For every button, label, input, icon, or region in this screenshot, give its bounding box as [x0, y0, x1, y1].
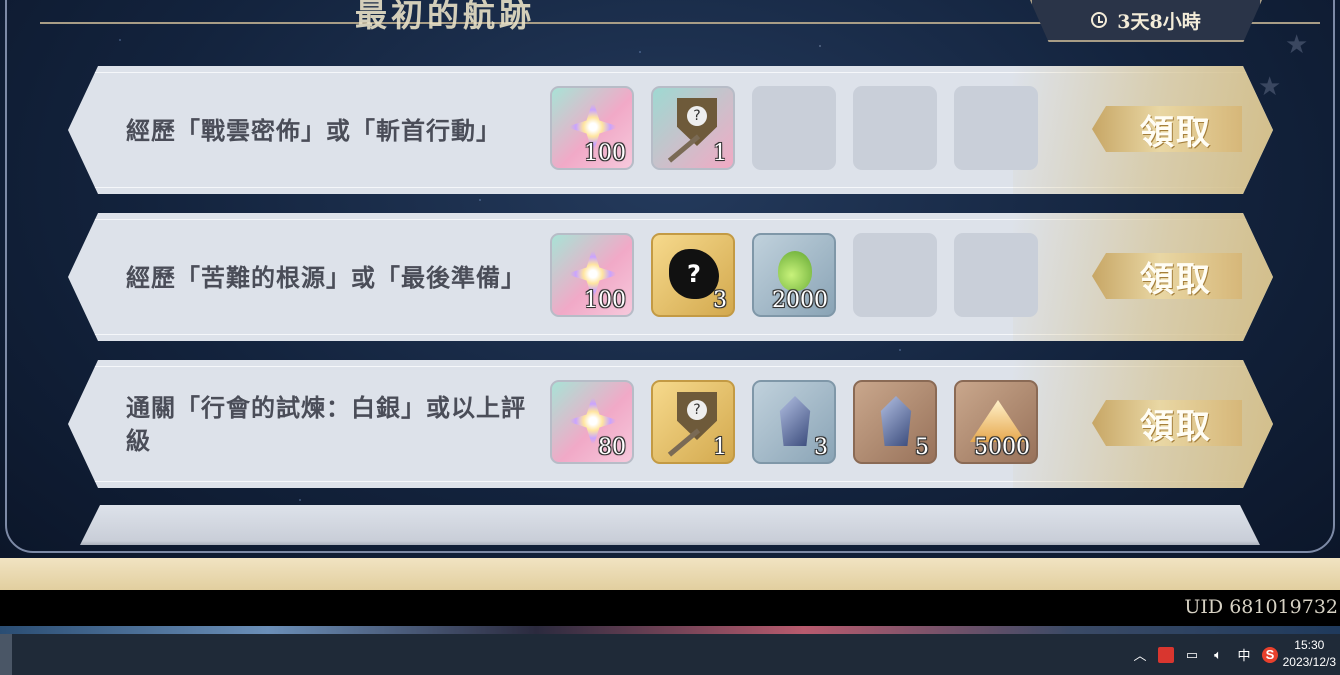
- reward-slot[interactable]: 5000: [954, 380, 1038, 464]
- security-app-icon[interactable]: [1158, 646, 1174, 663]
- empty-reward-slot: [954, 233, 1038, 317]
- reward-slot[interactable]: ? 3: [651, 233, 735, 317]
- empty-reward-slot: [853, 233, 937, 317]
- mystery-blob-icon: ?: [669, 249, 719, 299]
- task-row: 經歷「戰雲密佈」或「斬首行動」 100 ? 1 領取: [68, 66, 1273, 194]
- subtitle-band: [0, 590, 1340, 626]
- task-description: 通關「行會的試煉：白銀」或以上評級: [126, 393, 526, 455]
- timer-text: 3天8小時: [1117, 10, 1201, 33]
- system-tray: ︿ ▭ 🔈︎ 中 S: [1132, 634, 1278, 675]
- reward-quantity: 5: [915, 435, 929, 460]
- event-timer: 3天8小時: [1030, 0, 1262, 42]
- crystal-icon: [880, 396, 912, 446]
- reward-quantity: 80: [598, 435, 626, 460]
- taskbar-clock[interactable]: 15:30 2023/12/3: [1283, 637, 1336, 671]
- empty-reward-slot: [954, 86, 1038, 170]
- reward-slot[interactable]: ? 1: [651, 380, 735, 464]
- reward-quantity: 2000: [772, 288, 828, 313]
- crystal-icon: [779, 396, 811, 446]
- reward-slot[interactable]: 2000: [752, 233, 836, 317]
- taskbar-app-indicator[interactable]: [0, 634, 12, 675]
- reward-quantity: 3: [713, 288, 727, 313]
- reward-slot[interactable]: 5: [853, 380, 937, 464]
- claim-button[interactable]: 領取: [1092, 400, 1242, 446]
- volume-icon[interactable]: 🔈︎: [1210, 647, 1226, 663]
- uid-label: UID 681019732: [1184, 596, 1338, 618]
- task-row: 經歷「苦難的根源」或「最後準備」 100 ? 3 2000 領取: [68, 213, 1273, 341]
- reward-quantity: 1: [713, 435, 727, 460]
- chevron-up-icon[interactable]: ︿: [1132, 647, 1148, 663]
- reward-slot[interactable]: 100: [550, 233, 634, 317]
- star-icon: ★: [1285, 30, 1309, 60]
- sogou-input-icon[interactable]: S: [1262, 646, 1278, 663]
- reward-quantity: 3: [814, 435, 828, 460]
- background-art-strip: [0, 626, 1340, 634]
- reward-quantity: 100: [584, 288, 626, 313]
- star-icon: ★: [1258, 72, 1282, 102]
- clock-time: 15:30: [1294, 638, 1325, 652]
- page-title: 最初的航跡: [355, 0, 536, 34]
- reward-slot[interactable]: ? 1: [651, 86, 735, 170]
- reward-slot[interactable]: 3: [752, 380, 836, 464]
- network-icon[interactable]: ▭: [1184, 647, 1200, 663]
- clock-date: 2023/12/3: [1282, 655, 1336, 669]
- reward-slot[interactable]: 80: [550, 380, 634, 464]
- empty-reward-slot: [752, 86, 836, 170]
- windows-taskbar: ︿ ▭ 🔈︎ 中 S 15:30 2023/12/3: [0, 634, 1340, 675]
- empty-reward-slot: [853, 86, 937, 170]
- task-description: 經歷「苦難的根源」或「最後準備」: [126, 262, 526, 292]
- reward-slot[interactable]: 100: [550, 86, 634, 170]
- game-window: 最初的航跡 3天8小時 ★ ★ 經歷「戰雲密佈」或「斬首行動」 100 ? 1 …: [0, 0, 1340, 590]
- claim-button[interactable]: 領取: [1092, 106, 1242, 152]
- reward-quantity: 100: [584, 141, 626, 166]
- clock-icon: [1091, 12, 1108, 28]
- reward-quantity: 1: [713, 141, 727, 166]
- task-description: 經歷「戰雲密佈」或「斬首行動」: [126, 115, 501, 145]
- ime-indicator[interactable]: 中: [1236, 647, 1252, 663]
- panel-bottom-border: [0, 558, 1340, 590]
- claim-button[interactable]: 領取: [1092, 253, 1242, 299]
- reward-quantity: 5000: [974, 435, 1030, 460]
- task-row: 通關「行會的試煉：白銀」或以上評級 80 ? 1 3 5 5000 領取: [68, 360, 1273, 488]
- potion-icon: [778, 251, 812, 291]
